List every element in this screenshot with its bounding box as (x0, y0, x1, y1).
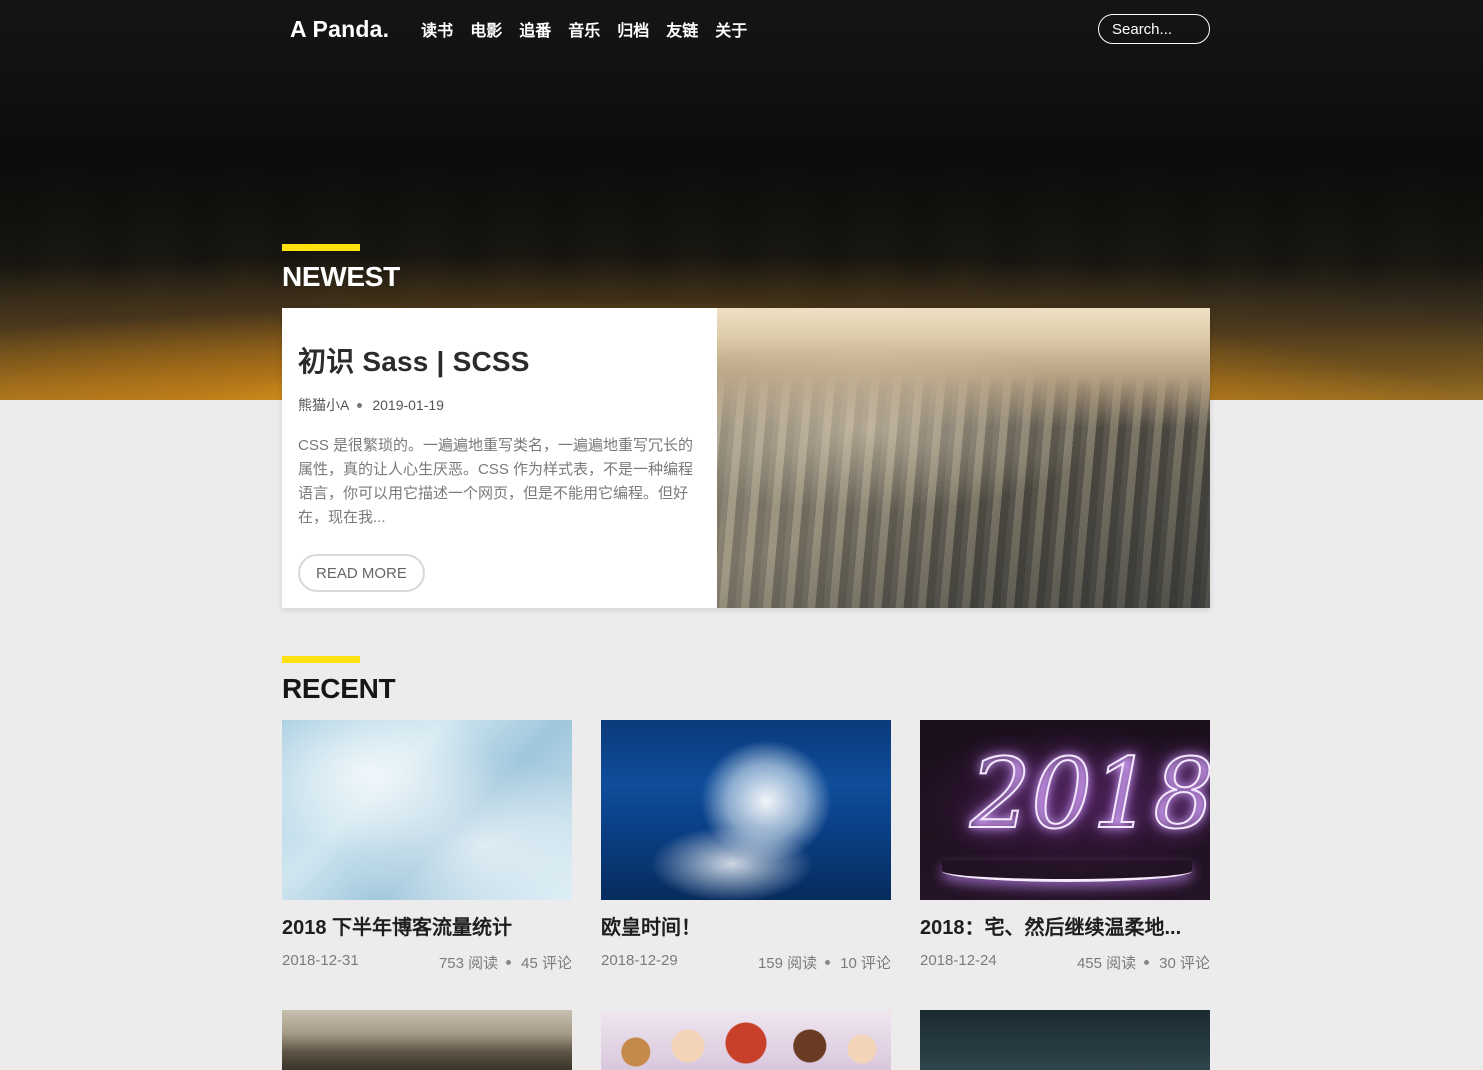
post-author[interactable]: 熊猫小A (298, 395, 349, 415)
post-date: 2018-12-24 (920, 952, 997, 969)
featured-post-body: 初识 Sass | SCSS 熊猫小A 2019-01-19 CSS 是很繁琐的… (282, 308, 717, 608)
read-count: 159 阅读 (757, 955, 818, 972)
post-stats: 753 阅读 45 评论 (439, 952, 572, 973)
post-date: 2018-12-31 (282, 952, 359, 969)
nav-item-friends[interactable]: 友链 (666, 17, 698, 41)
featured-post-title[interactable]: 初识 Sass | SCSS (298, 340, 701, 380)
meta-separator-dot (357, 402, 363, 408)
meta-separator-dot (825, 960, 831, 965)
recent-post-card-partial (920, 1010, 1210, 1070)
search-input[interactable] (1098, 14, 1210, 44)
nav-item-reading[interactable]: 读书 (421, 17, 453, 41)
main-menu: 读书 电影 追番 音乐 归档 友链 关于 (421, 17, 747, 41)
recent-post-card-partial (601, 1010, 891, 1070)
post-thumbnail[interactable]: 2018 (920, 720, 1210, 900)
post-title[interactable]: 欧皇时间！ (601, 911, 891, 940)
post-thumbnail[interactable] (282, 1010, 572, 1070)
post-meta: 2018-12-29 159 阅读 10 评论 (601, 952, 891, 973)
read-more-button[interactable]: READ MORE (298, 554, 425, 592)
post-thumbnail[interactable] (920, 1010, 1210, 1070)
nav-item-about[interactable]: 关于 (715, 17, 747, 41)
site-logo[interactable]: A Panda. (290, 16, 389, 43)
comment-count[interactable]: 45 评论 (521, 952, 572, 973)
recent-post-card: 2018 下半年博客流量统计 2018-12-31 753 阅读 45 评论 (282, 720, 572, 973)
post-thumbnail[interactable] (601, 1010, 891, 1070)
meta-separator-dot (506, 960, 512, 965)
top-navbar: A Panda. 读书 电影 追番 音乐 归档 友链 关于 (282, 0, 1210, 58)
post-date: 2019-01-19 (372, 397, 444, 413)
featured-post-card: 初识 Sass | SCSS 熊猫小A 2019-01-19 CSS 是很繁琐的… (282, 308, 1210, 608)
read-count: 753 阅读 (438, 955, 499, 972)
post-meta: 2018-12-31 753 阅读 45 评论 (282, 952, 572, 973)
comment-count[interactable]: 30 评论 (1159, 952, 1210, 973)
featured-post-excerpt: CSS 是很繁琐的。一遍遍地重写类名，一遍遍地重写冗长的属性，真的让人心生厌恶。… (298, 437, 694, 526)
newest-section-header: NEWEST (282, 244, 400, 293)
accent-bar (282, 656, 360, 663)
post-stats: 455 阅读 30 评论 (1077, 952, 1210, 973)
accent-bar (282, 244, 360, 251)
nav-item-music[interactable]: 音乐 (568, 17, 600, 41)
post-title[interactable]: 2018 下半年博客流量统计 (282, 911, 572, 940)
nav-item-anime[interactable]: 追番 (519, 17, 551, 41)
sparkler-underline (942, 860, 1192, 882)
meta-separator-dot (1144, 960, 1150, 965)
recent-heading: RECENT (282, 673, 396, 704)
featured-post-image[interactable] (717, 308, 1210, 608)
post-date: 2018-12-29 (601, 952, 678, 969)
recent-post-card-partial (282, 1010, 572, 1070)
recent-post-card: 欧皇时间！ 2018-12-29 159 阅读 10 评论 (601, 720, 891, 973)
recent-section-header: RECENT (282, 656, 396, 705)
read-count: 455 阅读 (1076, 955, 1137, 972)
post-meta: 2018-12-24 455 阅读 30 评论 (920, 952, 1210, 973)
newest-heading: NEWEST (282, 261, 400, 292)
post-thumbnail[interactable] (282, 720, 572, 900)
post-title[interactable]: 2018：宅、然后继续温柔地... (920, 911, 1210, 940)
featured-post-meta: 熊猫小A 2019-01-19 (298, 395, 701, 415)
comment-count[interactable]: 10 评论 (840, 952, 891, 973)
post-stats: 159 阅读 10 评论 (758, 952, 891, 973)
sparkler-2018-text: 2018 (969, 737, 1210, 851)
recent-post-card: 2018 2018：宅、然后继续温柔地... 2018-12-24 455 阅读… (920, 720, 1210, 973)
nav-item-movies[interactable]: 电影 (470, 17, 502, 41)
post-thumbnail[interactable] (601, 720, 891, 900)
nav-item-archive[interactable]: 归档 (617, 17, 649, 41)
